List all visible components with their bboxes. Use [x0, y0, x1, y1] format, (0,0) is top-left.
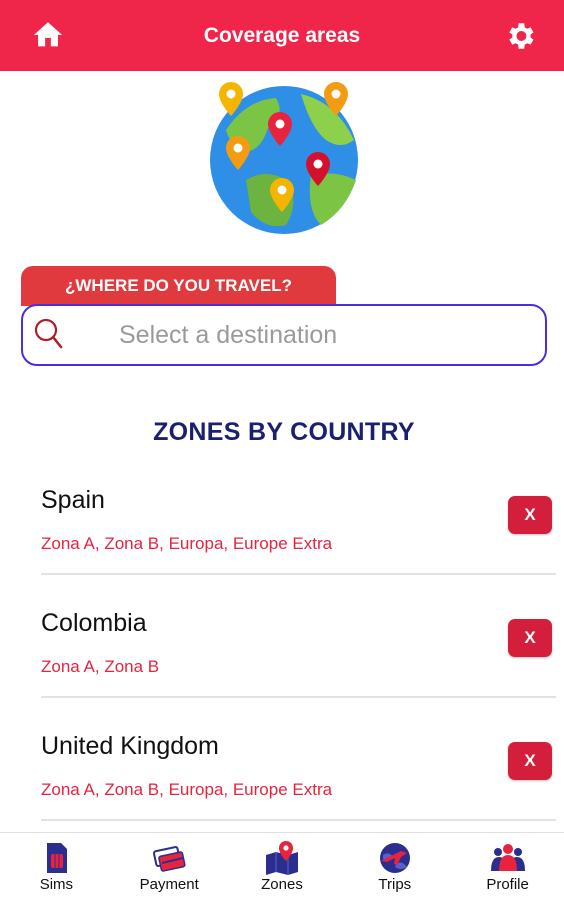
- nav-item-profile[interactable]: Profile: [451, 833, 564, 901]
- nav-item-payment[interactable]: Payment: [113, 833, 226, 901]
- sim-card-icon: [47, 843, 68, 873]
- nav-label: Trips: [378, 876, 412, 893]
- map-pin-icon: [265, 841, 298, 875]
- destination-search-input[interactable]: [117, 314, 531, 356]
- nav-label: Profile: [486, 876, 529, 893]
- remove-country-button[interactable]: X: [508, 619, 552, 657]
- group-icon: [490, 844, 525, 871]
- nav-item-trips[interactable]: Trips: [338, 833, 451, 901]
- country-name: United Kingdom: [41, 732, 219, 760]
- list-item: Colombia Zona A, Zona B X: [41, 575, 556, 698]
- remove-country-button[interactable]: X: [508, 496, 552, 534]
- nav-label: Zones: [261, 876, 303, 893]
- nav-label: Sims: [39, 876, 74, 893]
- bottom-navigation: Sims Payment Zones Trips Profile: [0, 832, 564, 901]
- search-icon: [34, 318, 63, 349]
- list-item: United Kingdom Zona A, Zona B, Europa, E…: [41, 698, 556, 821]
- nav-label: Payment: [139, 876, 199, 893]
- country-zones: Zona A, Zona B: [41, 657, 160, 676]
- cards-icon: [153, 846, 186, 872]
- country-name: Colombia: [41, 609, 147, 637]
- home-icon[interactable]: [31, 18, 65, 52]
- search-tab-label: ¿WHERE DO YOU TRAVEL?: [21, 266, 336, 306]
- country-zones: Zona A, Zona B, Europa, Europe Extra: [41, 780, 333, 799]
- zones-list: Spain Zona A, Zona B, Europa, Europe Ext…: [16, 452, 558, 830]
- page-title: Coverage areas: [203, 23, 361, 47]
- remove-country-button[interactable]: X: [508, 742, 552, 780]
- globe-illustration: [210, 82, 358, 234]
- country-zones: Zona A, Zona B, Europa, Europe Extra: [41, 534, 333, 553]
- list-item: Spain Zona A, Zona B, Europa, Europe Ext…: [41, 452, 556, 575]
- nav-item-sims[interactable]: Sims: [0, 833, 113, 901]
- search-box: [21, 304, 547, 366]
- gear-icon[interactable]: [503, 19, 537, 53]
- plane-globe-icon: [379, 843, 410, 873]
- zones-section-title: ZONES BY COUNTRY: [153, 418, 415, 446]
- nav-item-zones[interactable]: Zones: [226, 833, 339, 901]
- country-name: Spain: [41, 486, 105, 514]
- top-app-bar: Coverage areas: [0, 0, 564, 71]
